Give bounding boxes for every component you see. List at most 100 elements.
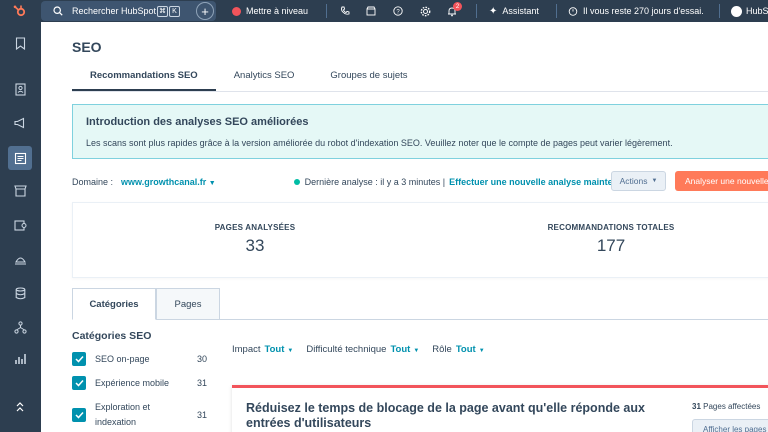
banner-title: Introduction des analyses SEO améliorées xyxy=(86,116,309,128)
domain-toolbar: Domaine : www.growthcanal.fr ▼ Dernière … xyxy=(72,171,768,193)
recommendation-title: Réduisez le temps de blocage de la page … xyxy=(246,401,645,430)
checkbox-checked-icon[interactable] xyxy=(72,376,86,390)
reports-icon[interactable] xyxy=(11,350,29,368)
content-icon[interactable] xyxy=(8,146,32,170)
domain-value: www.growthcanal.fr xyxy=(121,177,207,187)
stat-value: 33 xyxy=(245,236,265,255)
stat-value: 177 xyxy=(596,236,626,255)
account-menu[interactable]: HubS xyxy=(731,0,768,22)
service-icon[interactable] xyxy=(11,250,29,268)
contacts-icon[interactable] xyxy=(11,80,29,98)
bookmark-icon[interactable] xyxy=(11,34,29,52)
filter-label: Difficulté technique xyxy=(306,344,387,355)
last-scan-text: Dernière analyse : il y a 3 minutes | xyxy=(304,177,446,187)
hubspot-logo-icon[interactable] xyxy=(0,0,40,22)
chevron-down-icon: ▼ xyxy=(287,348,294,354)
search-icon xyxy=(53,6,63,16)
recommendation-card[interactable]: Réduisez le temps de blocage de la page … xyxy=(232,385,768,432)
category-count: 31 xyxy=(196,410,207,420)
upgrade-icon xyxy=(232,6,241,16)
tab-categories[interactable]: Catégories xyxy=(72,288,156,320)
category-item[interactable]: Expérience mobile 31 xyxy=(72,376,207,391)
database-icon[interactable] xyxy=(11,284,29,302)
stats-summary: PAGES ANALYSÉES 33 RECOMMANDATIONS TOTAL… xyxy=(72,202,768,278)
phone-icon[interactable] xyxy=(340,0,350,22)
collapse-sidebar-icon[interactable] xyxy=(11,398,29,416)
actions-label: Actions xyxy=(619,176,648,186)
pages-analysed-stat: PAGES ANALYSÉES 33 xyxy=(165,203,345,256)
left-sidebar xyxy=(0,22,41,432)
new-scan-link[interactable]: Effectuer une nouvelle analyse maintenan… xyxy=(449,177,632,187)
checkbox-checked-icon[interactable] xyxy=(72,408,86,422)
upgrade-label: Mettre à niveau xyxy=(246,6,309,16)
sales-icon[interactable] xyxy=(11,216,29,234)
affected-label: Pages affectées xyxy=(703,402,761,411)
view-tabs: Catégories Pages xyxy=(72,288,768,320)
main-content: SEO Recommandations SEO Analytics SEO Gr… xyxy=(41,22,768,432)
category-label: Exploration et indexation xyxy=(95,402,151,427)
create-new-button[interactable]: + xyxy=(196,2,214,20)
assistant-label: Assistant xyxy=(502,6,539,16)
stat-label: RECOMMANDATIONS TOTALES xyxy=(547,223,675,232)
filter-value: Tout xyxy=(264,344,285,355)
marketing-megaphone-icon[interactable] xyxy=(11,114,29,132)
filter-label: Rôle xyxy=(432,344,452,355)
divider xyxy=(476,4,477,18)
categories-heading: Catégories SEO xyxy=(72,330,152,342)
filter-value: Tout xyxy=(390,344,411,355)
category-label: SEO on-page xyxy=(95,354,150,364)
show-pages-button[interactable]: Afficher les pages xyxy=(692,419,768,432)
chevron-down-icon: ▼ xyxy=(478,348,485,354)
role-filter[interactable]: Rôle Tout ▼ xyxy=(432,344,484,355)
filters-bar: Impact Tout ▼ Difficulté technique Tout ▼ Rô… xyxy=(232,344,498,355)
info-banner: Introduction des analyses SEO améliorées… xyxy=(72,104,768,159)
commerce-icon[interactable] xyxy=(11,182,29,200)
settings-gear-icon[interactable] xyxy=(420,0,431,22)
trial-label: Il vous reste 270 jours d'essai. xyxy=(583,6,704,16)
banner-text: Les scans sont plus rapides grâce à la v… xyxy=(86,138,673,148)
category-count: 31 xyxy=(196,378,207,388)
tab-pages[interactable]: Pages xyxy=(156,288,220,320)
filter-label: Impact xyxy=(232,344,261,355)
shortcut-key-k: K xyxy=(169,5,180,17)
category-item[interactable]: Exploration et indexation 31 xyxy=(72,400,207,430)
trial-status[interactable]: Il vous reste 270 jours d'essai. xyxy=(568,0,704,22)
upgrade-button[interactable]: Mettre à niveau xyxy=(232,0,308,22)
search-placeholder: Rechercher HubSpot xyxy=(72,6,156,16)
actions-dropdown-button[interactable]: Actions ▼ xyxy=(611,171,666,191)
divider xyxy=(719,4,720,18)
tab-recommandations-seo[interactable]: Recommandations SEO xyxy=(72,66,216,92)
total-recommendations-stat: RECOMMANDATIONS TOTALES 177 xyxy=(521,203,701,256)
category-label: Expérience mobile xyxy=(95,378,170,388)
global-search-input[interactable]: Rechercher HubSpot ⌘ K xyxy=(41,1,216,21)
page-title: SEO xyxy=(72,39,102,55)
help-icon[interactable]: ? xyxy=(393,0,403,22)
impact-filter[interactable]: Impact Tout ▼ xyxy=(232,344,293,355)
chevron-down-icon: ▼ xyxy=(651,178,658,184)
tab-analytics-seo[interactable]: Analytics SEO xyxy=(216,66,313,92)
tabs-divider xyxy=(72,91,768,92)
timer-icon xyxy=(568,7,578,16)
chevron-down-icon: ▼ xyxy=(208,180,216,187)
chevron-down-icon: ▼ xyxy=(413,348,420,354)
notification-count-badge: 2 xyxy=(453,2,462,11)
sparkle-icon: ✦ xyxy=(489,5,498,17)
technical-difficulty-filter[interactable]: Difficulté technique Tout ▼ xyxy=(306,344,419,355)
domain-select[interactable]: www.growthcanal.fr ▼ xyxy=(121,177,216,187)
top-navigation-bar: Rechercher HubSpot ⌘ K + Mettre à niveau… xyxy=(0,0,768,22)
status-dot-icon xyxy=(293,179,300,185)
seo-tabs: Recommandations SEO Analytics SEO Groupe… xyxy=(72,66,426,92)
automation-icon[interactable] xyxy=(11,318,29,336)
checkbox-checked-icon[interactable] xyxy=(72,352,86,366)
domain-label: Domaine : xyxy=(72,177,114,187)
account-avatar-icon xyxy=(731,5,742,17)
assistant-button[interactable]: ✦ Assistant xyxy=(489,0,539,22)
category-item[interactable]: SEO on-page 30 xyxy=(72,352,207,367)
shortcut-key-cmd: ⌘ xyxy=(157,5,168,17)
analyse-new-url-button[interactable]: Analyser une nouvelle URL xyxy=(675,171,768,191)
marketplace-icon[interactable] xyxy=(366,0,376,22)
tab-groupes-de-sujets[interactable]: Groupes de sujets xyxy=(312,66,425,92)
filter-value: Tout xyxy=(455,344,476,355)
affected-count: 31 xyxy=(692,402,701,411)
affected-pages: 31 Pages affectées xyxy=(692,402,760,411)
